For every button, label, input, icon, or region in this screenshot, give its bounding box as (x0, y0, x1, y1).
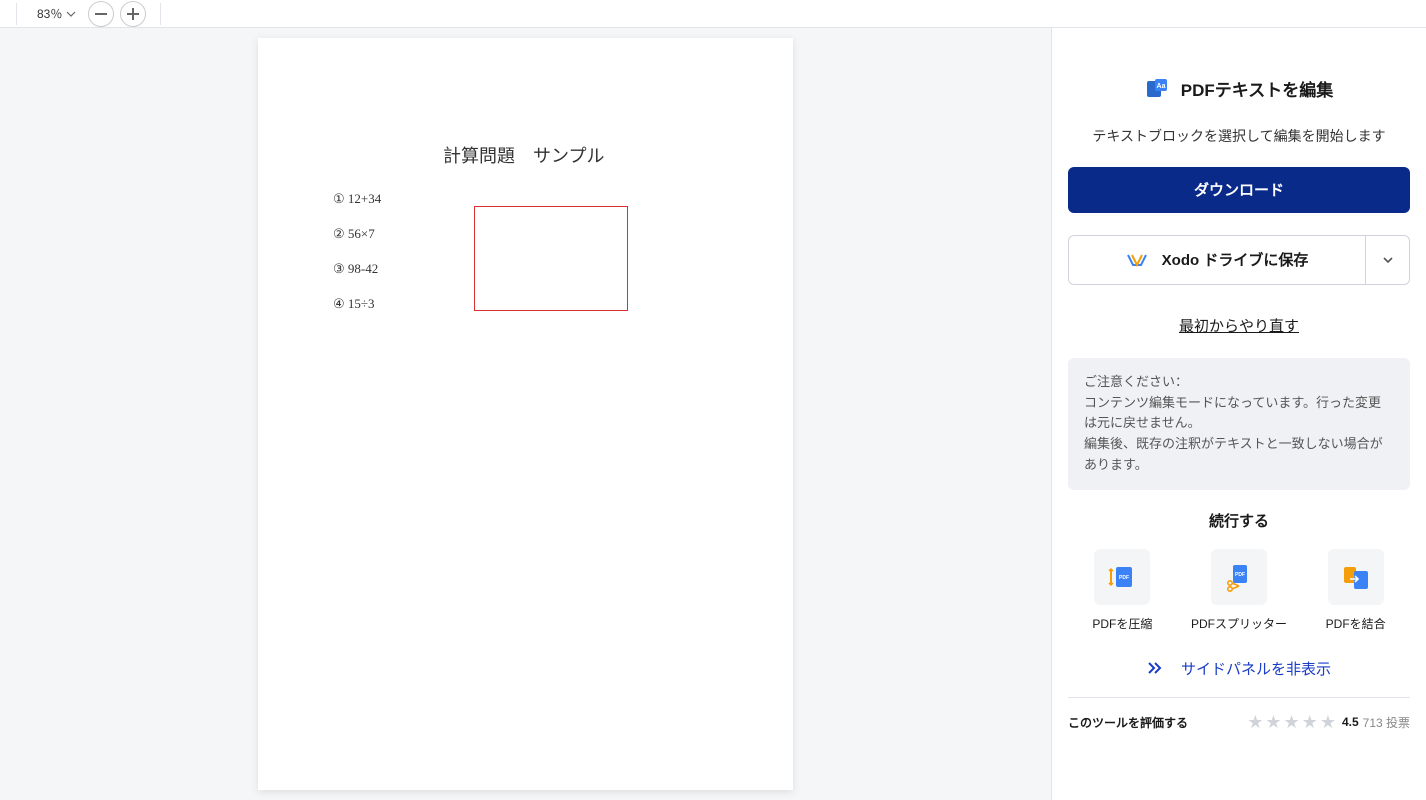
zoom-value: 83％ (37, 5, 62, 22)
problem-item[interactable]: ④ 15÷3 (333, 296, 381, 312)
continue-tools-row: PDF PDFを圧縮 PDF PDFスプリッター PDFを結合 (1068, 549, 1410, 632)
rating-label: このツールを評価する (1068, 714, 1188, 731)
rating-stars[interactable]: ★ ★ ★ ★ ★ (1247, 712, 1336, 733)
chevron-down-icon (66, 11, 76, 17)
notice-line: コンテンツ編集モードになっています。行った変更は元に戻せません。 (1084, 393, 1394, 435)
hide-panel-label: サイドパネルを非表示 (1181, 658, 1331, 679)
rating-group: ★ ★ ★ ★ ★ 4.5 713 投票 (1247, 712, 1410, 733)
minus-icon (95, 13, 107, 15)
top-toolbar: 83％ (0, 0, 1426, 28)
side-panel-header: Aa PDFテキストを編集 (1068, 76, 1410, 101)
rating-votes: 713 投票 (1363, 714, 1410, 731)
zoom-level-select[interactable]: 83％ (31, 3, 82, 24)
problem-item[interactable]: ② 56×7 (333, 226, 381, 242)
continue-tool-label: PDFを結合 (1326, 615, 1386, 632)
merge-pdf-icon (1328, 549, 1384, 605)
hide-side-panel-button[interactable]: サイドパネルを非表示 (1068, 658, 1410, 679)
edit-text-icon: Aa (1145, 77, 1169, 101)
notice-line: 編集後、既存の注釈がテキストと一致しない場合があります。 (1084, 434, 1394, 476)
side-panel: Aa PDFテキストを編集 テキストブロックを選択して編集を開始します ダウンロ… (1051, 28, 1426, 800)
problem-list: ① 12+34 ② 56×7 ③ 98-42 ④ 15÷3 (333, 191, 381, 331)
star-icon[interactable]: ★ (1247, 712, 1263, 733)
star-icon[interactable]: ★ (1284, 712, 1300, 733)
toolbar-divider (16, 3, 17, 25)
notice-box: ご注意ください： コンテンツ編集モードになっています。行った変更は元に戻せません… (1068, 358, 1410, 490)
toolbar-divider (160, 3, 161, 25)
zoom-in-button[interactable] (120, 1, 146, 27)
download-button[interactable]: ダウンロード (1068, 167, 1410, 213)
split-pdf-icon: PDF (1211, 549, 1267, 605)
chevron-down-icon (1382, 256, 1394, 264)
document-title[interactable]: 計算問題 サンプル (443, 142, 604, 168)
side-panel-description: テキストブロックを選択して編集を開始します (1068, 125, 1410, 149)
save-button-label: Xodo ドライブに保存 (1162, 249, 1309, 270)
pdf-page[interactable]: 計算問題 サンプル ① 12+34 ② 56×7 ③ 98-42 ④ 15÷3 (258, 38, 793, 790)
svg-text:PDF: PDF (1235, 572, 1245, 578)
side-panel-title: PDFテキストを編集 (1181, 76, 1334, 101)
chevron-double-right-icon (1147, 661, 1163, 675)
continue-tool-label: PDFを圧縮 (1092, 615, 1152, 632)
rating-score: 4.5 (1342, 715, 1359, 729)
save-button-group: Xodo ドライブに保存 (1068, 235, 1410, 285)
continue-tool-split[interactable]: PDF PDFスプリッター (1185, 549, 1294, 632)
selection-rectangle[interactable] (474, 206, 628, 311)
notice-heading: ご注意ください： (1084, 372, 1394, 393)
plus-icon (127, 8, 139, 20)
star-icon[interactable]: ★ (1265, 712, 1281, 733)
star-icon[interactable]: ★ (1320, 712, 1336, 733)
continue-tool-label: PDFスプリッター (1191, 615, 1287, 632)
svg-text:PDF: PDF (1119, 575, 1129, 581)
save-dropdown-button[interactable] (1366, 235, 1410, 285)
main-area: 計算問題 サンプル ① 12+34 ② 56×7 ③ 98-42 ④ 15÷3 … (0, 28, 1426, 800)
rating-bar: このツールを評価する ★ ★ ★ ★ ★ 4.5 713 投票 (1068, 697, 1410, 747)
continue-tool-merge[interactable]: PDFを結合 (1301, 549, 1410, 632)
problem-item[interactable]: ① 12+34 (333, 191, 381, 207)
continue-tool-compress[interactable]: PDF PDFを圧縮 (1068, 549, 1177, 632)
xodo-drive-icon (1126, 249, 1148, 271)
save-to-drive-button[interactable]: Xodo ドライブに保存 (1068, 235, 1366, 285)
document-viewer[interactable]: 計算問題 サンプル ① 12+34 ② 56×7 ③ 98-42 ④ 15÷3 (0, 28, 1051, 800)
problem-item[interactable]: ③ 98-42 (333, 261, 381, 277)
compress-pdf-icon: PDF (1094, 549, 1150, 605)
zoom-out-button[interactable] (88, 1, 114, 27)
star-icon[interactable]: ★ (1302, 712, 1318, 733)
restart-link[interactable]: 最初からやり直す (1068, 315, 1410, 336)
continue-title: 続行する (1068, 510, 1410, 531)
svg-text:Aa: Aa (1156, 83, 1165, 90)
